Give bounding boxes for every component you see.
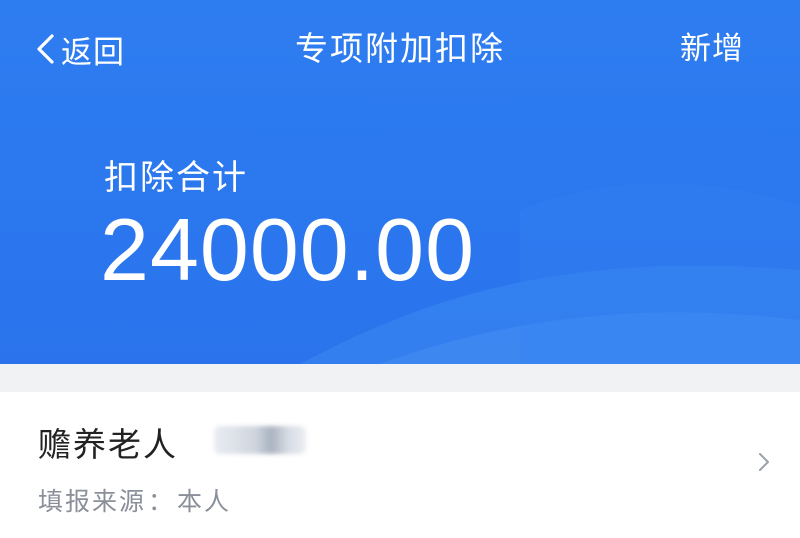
- item-title: 赡养老人: [38, 425, 178, 464]
- redaction-blur: [214, 426, 306, 454]
- top-navigation-bar: 返回 专项附加扣除 新增: [0, 0, 800, 96]
- header-banner: 返回 专项附加扣除 新增 扣除合计 24000.00: [0, 0, 800, 364]
- item-source-value: 本人: [177, 487, 232, 516]
- item-source-label: 填报来源: [38, 487, 147, 516]
- add-button[interactable]: 新增: [680, 26, 744, 72]
- item-source: 填报来源：本人: [38, 482, 231, 518]
- redacted-tag: [212, 424, 308, 456]
- deduction-total-amount: 24000.00: [100, 200, 476, 299]
- list-item-elderly-support[interactable]: 赡养老人 填报来源：本人: [0, 392, 800, 538]
- item-source-separator: ：: [148, 487, 176, 516]
- deduction-total-label: 扣除合计: [104, 158, 248, 198]
- chevron-right-icon: [759, 453, 769, 471]
- list-divider: [0, 364, 800, 392]
